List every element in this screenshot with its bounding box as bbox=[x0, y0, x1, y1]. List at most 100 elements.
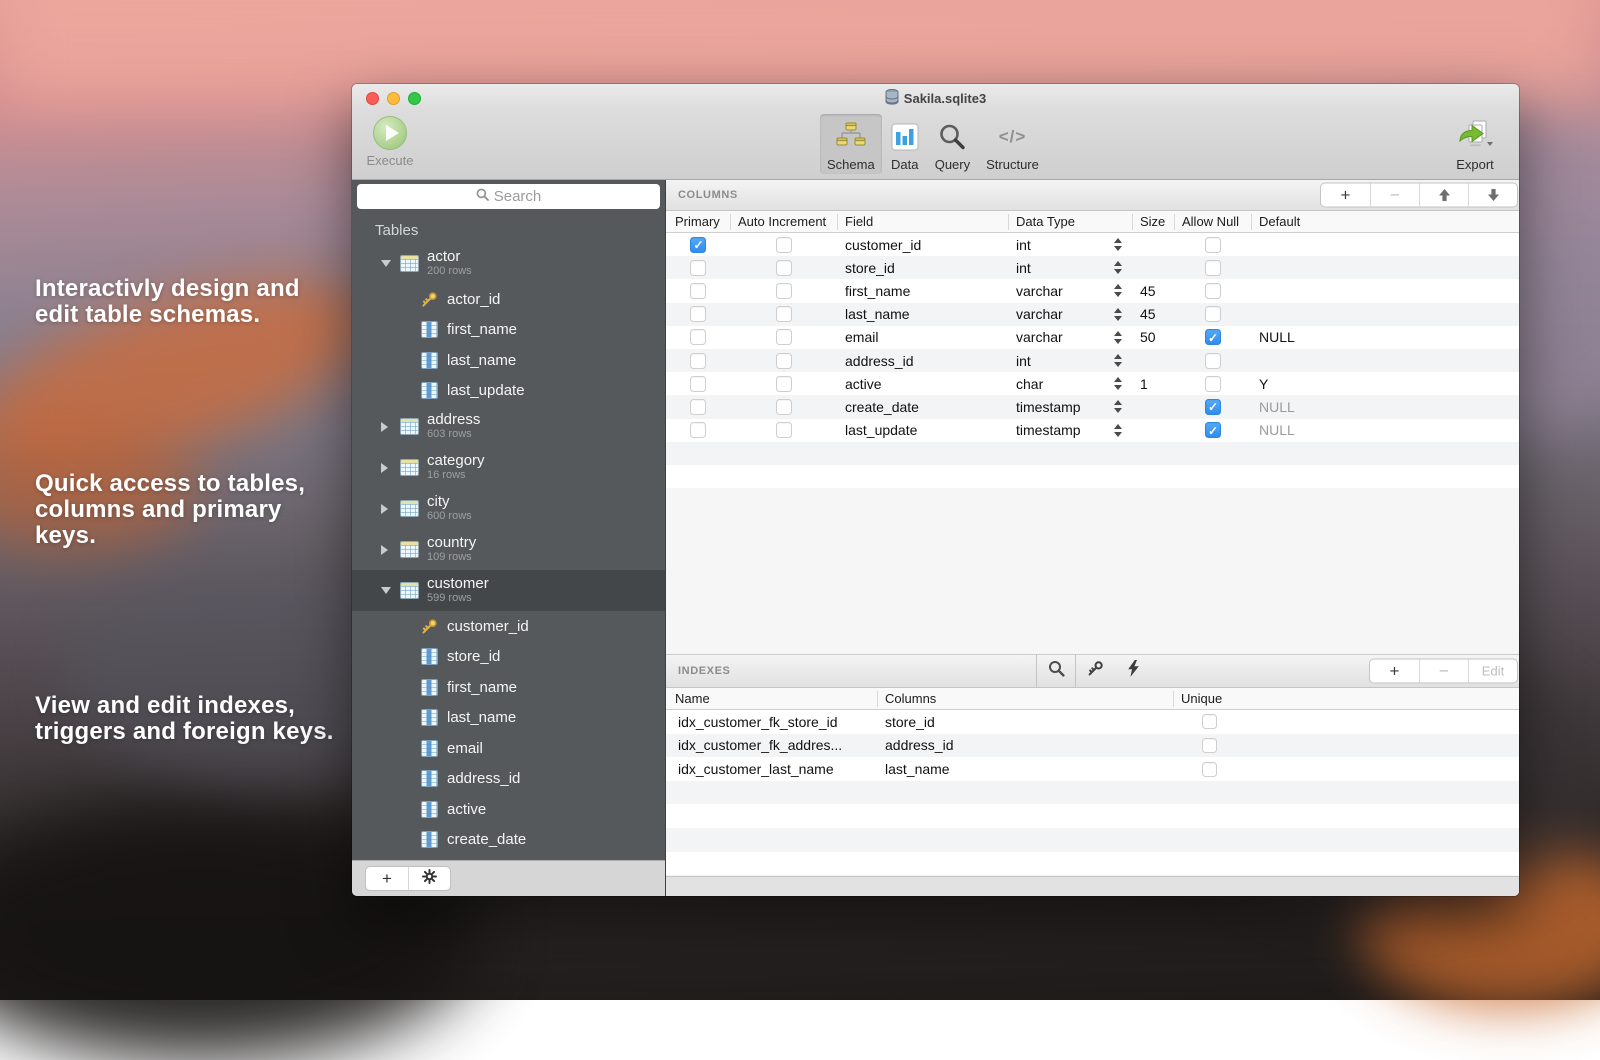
checkbox-unchecked[interactable] bbox=[690, 376, 706, 392]
columns-row-last_name[interactable]: last_namevarchar45 bbox=[666, 303, 1519, 326]
checkbox-unchecked[interactable] bbox=[690, 353, 706, 369]
arrow-down-button[interactable] bbox=[1468, 184, 1517, 207]
tree-table-category[interactable]: category16 rows bbox=[352, 447, 665, 488]
tree-column-address_id[interactable]: address_id bbox=[352, 764, 665, 795]
columns-row-active[interactable]: activechar1Y bbox=[666, 372, 1519, 395]
columns-row-email[interactable]: emailvarchar50NULL bbox=[666, 326, 1519, 349]
disclosure-triangle[interactable] bbox=[381, 545, 388, 555]
checkbox-unchecked[interactable] bbox=[776, 353, 792, 369]
execute-button[interactable]: Execute bbox=[365, 116, 415, 168]
disclosure-triangle[interactable] bbox=[381, 422, 388, 432]
checkbox-unchecked[interactable] bbox=[1202, 738, 1217, 753]
tab-structure[interactable]: </>Structure bbox=[979, 114, 1046, 174]
add-table-button[interactable]: + bbox=[366, 867, 408, 890]
checkbox-checked[interactable] bbox=[690, 237, 706, 253]
table-row-count: 16 rows bbox=[427, 470, 485, 482]
checkbox-unchecked[interactable] bbox=[690, 422, 706, 438]
checkbox-unchecked[interactable] bbox=[776, 422, 792, 438]
checkbox-unchecked[interactable] bbox=[776, 399, 792, 415]
tree-table-customer[interactable]: customer599 rows bbox=[352, 570, 665, 611]
search-input[interactable]: Search bbox=[357, 184, 660, 209]
checkbox-unchecked[interactable] bbox=[1205, 283, 1221, 299]
tree-column-customer_id[interactable]: customer_id bbox=[352, 611, 665, 642]
tree-table-actor[interactable]: actor200 rows bbox=[352, 243, 665, 284]
columns-row-last_update[interactable]: last_updatetimestampNULL bbox=[666, 419, 1519, 442]
minus-button[interactable]: − bbox=[1370, 184, 1419, 207]
columns-row-address_id[interactable]: address_idint bbox=[666, 349, 1519, 372]
checkbox-unchecked[interactable] bbox=[690, 260, 706, 276]
stepper-icon[interactable] bbox=[1114, 354, 1122, 367]
tree-column-store_id[interactable]: store_id bbox=[352, 642, 665, 673]
disclosure-triangle[interactable] bbox=[381, 260, 391, 267]
tree-column-create_date[interactable]: create_date bbox=[352, 825, 665, 856]
checkbox-unchecked[interactable] bbox=[690, 399, 706, 415]
columns-row-customer_id[interactable]: customer_idint bbox=[666, 233, 1519, 256]
stepper-icon[interactable] bbox=[1114, 284, 1122, 297]
arrow-up-button[interactable] bbox=[1419, 184, 1468, 207]
checkbox-unchecked[interactable] bbox=[776, 283, 792, 299]
tab-query[interactable]: Query bbox=[928, 114, 977, 174]
checkbox-unchecked[interactable] bbox=[1202, 714, 1217, 729]
export-button[interactable]: Export bbox=[1447, 116, 1503, 172]
column-icon bbox=[421, 382, 438, 399]
disclosure-triangle[interactable] bbox=[381, 504, 388, 514]
columns-section-title: COLUMNS bbox=[678, 189, 738, 201]
minimize-button[interactable] bbox=[387, 92, 400, 105]
tree-column-last_name[interactable]: last_name bbox=[352, 703, 665, 734]
actions-button[interactable] bbox=[408, 867, 450, 890]
checkbox-unchecked[interactable] bbox=[776, 237, 792, 253]
checkbox-unchecked[interactable] bbox=[776, 306, 792, 322]
indexes-search-tool[interactable] bbox=[1037, 655, 1075, 687]
checkbox-unchecked[interactable] bbox=[1205, 353, 1221, 369]
checkbox-unchecked[interactable] bbox=[690, 329, 706, 345]
stepper-icon[interactable] bbox=[1114, 308, 1122, 321]
checkbox-unchecked[interactable] bbox=[776, 260, 792, 276]
checkbox-unchecked[interactable] bbox=[776, 376, 792, 392]
checkbox-checked[interactable] bbox=[1205, 399, 1221, 415]
tree-column-active[interactable]: active bbox=[352, 794, 665, 825]
stepper-icon[interactable] bbox=[1114, 238, 1122, 251]
columns-row-store_id[interactable]: store_idint bbox=[666, 256, 1519, 279]
stepper-icon[interactable] bbox=[1114, 261, 1122, 274]
close-button[interactable] bbox=[366, 92, 379, 105]
plus-button[interactable]: + bbox=[1321, 184, 1370, 207]
checkbox-unchecked[interactable] bbox=[1202, 762, 1217, 777]
zoom-button[interactable] bbox=[408, 92, 421, 105]
columns-row-first_name[interactable]: first_namevarchar45 bbox=[666, 279, 1519, 302]
indexes-row-idx_customer_fk_addres[interactable]: idx_customer_fk_addres...address_id bbox=[666, 734, 1519, 758]
checkbox-unchecked[interactable] bbox=[1205, 376, 1221, 392]
minus-button[interactable]: − bbox=[1419, 660, 1468, 683]
tree-table-country[interactable]: country109 rows bbox=[352, 529, 665, 570]
checkbox-unchecked[interactable] bbox=[690, 283, 706, 299]
tree-column-first_name[interactable]: first_name bbox=[352, 315, 665, 346]
edit-button[interactable]: Edit bbox=[1468, 660, 1517, 683]
checkbox-unchecked[interactable] bbox=[1205, 237, 1221, 253]
stepper-icon[interactable] bbox=[1114, 400, 1122, 413]
tree-column-email[interactable]: email bbox=[352, 733, 665, 764]
stepper-icon[interactable] bbox=[1114, 331, 1122, 344]
stepper-icon[interactable] bbox=[1114, 424, 1122, 437]
checkbox-unchecked[interactable] bbox=[1205, 306, 1221, 322]
tree-column-last_name[interactable]: last_name bbox=[352, 345, 665, 376]
tab-data[interactable]: Data bbox=[884, 114, 926, 174]
tree-table-address[interactable]: address603 rows bbox=[352, 406, 665, 447]
indexes-lightning-tool[interactable] bbox=[1114, 655, 1152, 687]
tab-schema[interactable]: Schema bbox=[820, 114, 882, 174]
checkbox-unchecked[interactable] bbox=[690, 306, 706, 322]
checkbox-unchecked[interactable] bbox=[1205, 260, 1221, 276]
indexes-row-idx_customer_last_name[interactable]: idx_customer_last_namelast_name bbox=[666, 757, 1519, 781]
stepper-icon[interactable] bbox=[1114, 377, 1122, 390]
disclosure-triangle[interactable] bbox=[381, 587, 391, 594]
checkbox-checked[interactable] bbox=[1205, 422, 1221, 438]
plus-button[interactable]: + bbox=[1370, 660, 1419, 683]
columns-row-create_date[interactable]: create_datetimestampNULL bbox=[666, 395, 1519, 418]
tree-column-last_update[interactable]: last_update bbox=[352, 376, 665, 407]
indexes-row-idx_customer_fk_store_id[interactable]: idx_customer_fk_store_idstore_id bbox=[666, 710, 1519, 734]
tree-column-first_name[interactable]: first_name bbox=[352, 672, 665, 703]
tree-column-actor_id[interactable]: actor_id bbox=[352, 284, 665, 315]
disclosure-triangle[interactable] bbox=[381, 463, 388, 473]
checkbox-checked[interactable] bbox=[1205, 329, 1221, 345]
checkbox-unchecked[interactable] bbox=[776, 329, 792, 345]
tree-table-city[interactable]: city600 rows bbox=[352, 488, 665, 529]
indexes-key-tool[interactable] bbox=[1076, 655, 1114, 687]
